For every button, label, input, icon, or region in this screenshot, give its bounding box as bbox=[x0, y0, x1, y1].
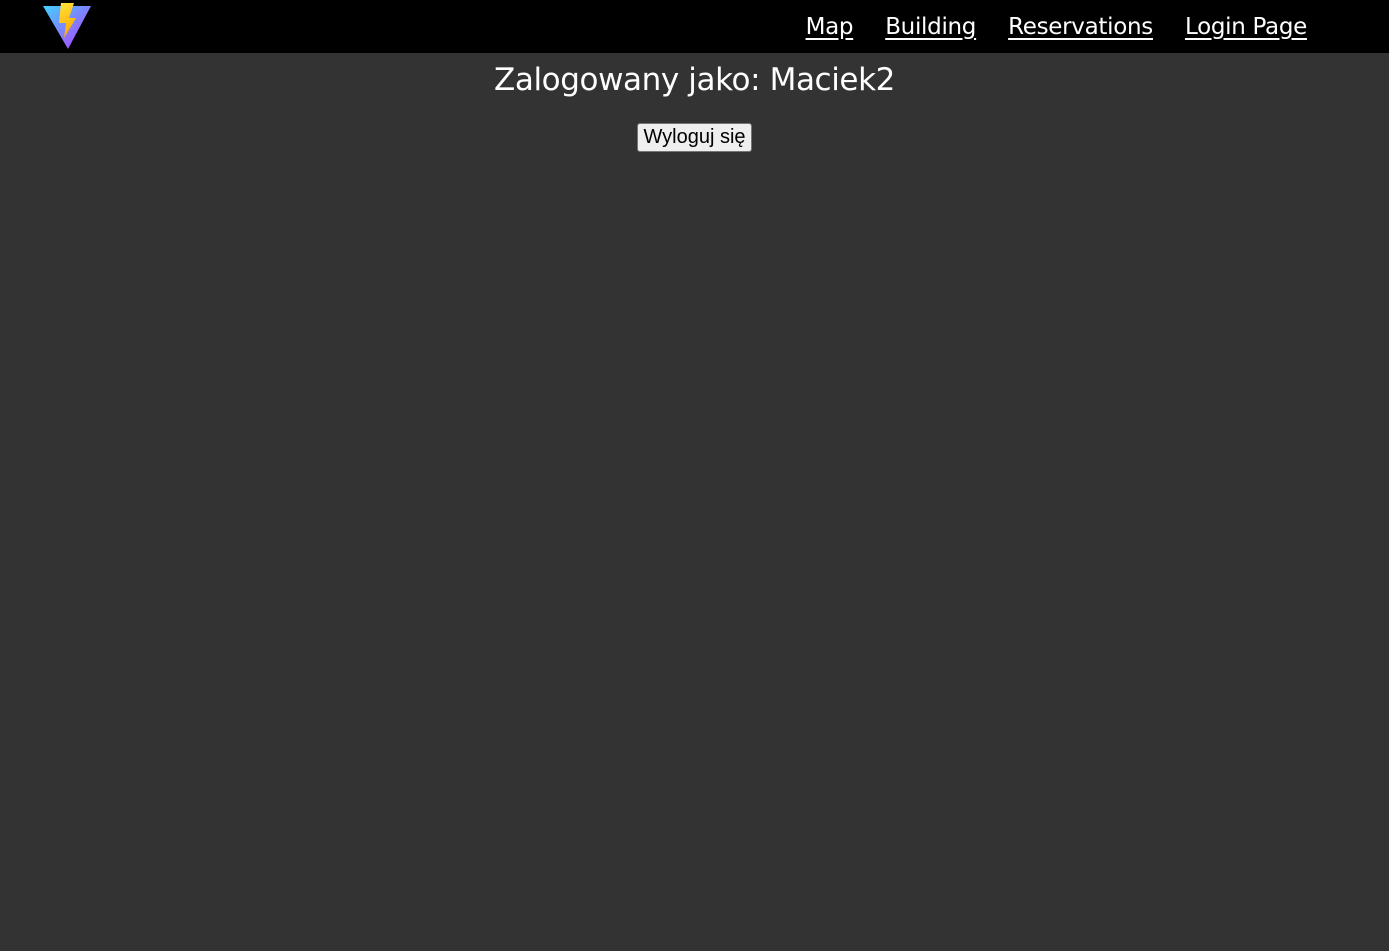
top-navbar: Map Building Reservations Login Page bbox=[0, 0, 1389, 53]
nav-links: Map Building Reservations Login Page bbox=[806, 0, 1308, 53]
nav-link-reservations[interactable]: Reservations bbox=[1008, 15, 1153, 39]
logout-button[interactable]: Wyloguj się bbox=[637, 123, 752, 152]
vite-logo-icon[interactable] bbox=[42, 2, 92, 50]
nav-link-building[interactable]: Building bbox=[885, 15, 976, 39]
nav-link-map[interactable]: Map bbox=[806, 15, 854, 39]
main-content: Zalogowany jako: Maciek2 Wyloguj się bbox=[0, 53, 1389, 152]
logged-in-title: Zalogowany jako: Maciek2 bbox=[494, 62, 895, 98]
nav-link-login-page[interactable]: Login Page bbox=[1185, 15, 1307, 39]
